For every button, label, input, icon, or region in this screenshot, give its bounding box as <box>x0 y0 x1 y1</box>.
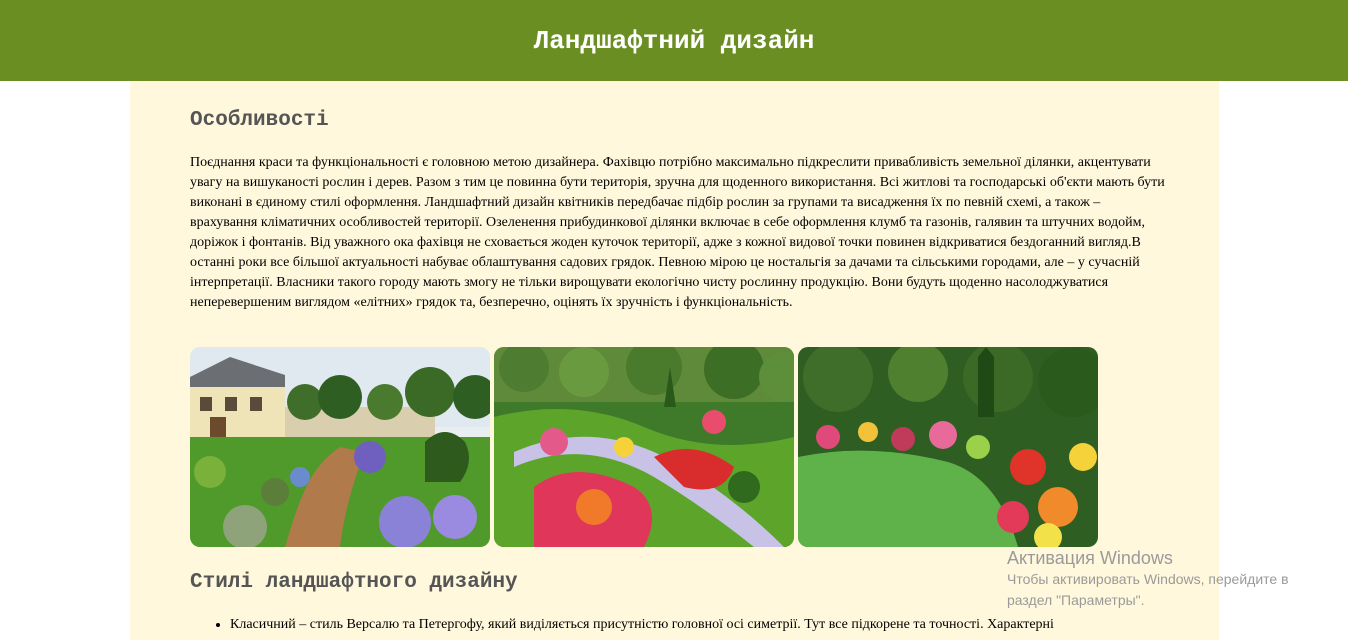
list-item: Класичний – стиль Версалю та Петергофу, … <box>230 615 1210 635</box>
features-paragraph: Поєднання краси та функціональності є го… <box>190 155 1165 310</box>
watermark-subtitle: Чтобы активировать Windows, перейдите в … <box>1007 571 1289 608</box>
watermark-title: Активация Windows <box>1007 548 1173 568</box>
section-title-features: Особливості <box>190 109 329 132</box>
flower-garden-photo <box>494 347 794 547</box>
section-title-styles: Стилі ландшафтного дизайну <box>190 571 518 594</box>
lawn-flowerbed-photo <box>798 347 1098 547</box>
windows-activation-watermark: Активация Windows Чтобы активировать Win… <box>1007 547 1327 611</box>
site-header: Ландшафтний дизайн <box>0 0 1348 81</box>
styles-list: Класичний – стиль Версалю та Петергофу, … <box>190 615 1210 635</box>
site-title: Ландшафтний дизайн <box>533 25 815 56</box>
garden-house-photo <box>190 347 490 547</box>
image-gallery <box>190 347 1098 547</box>
